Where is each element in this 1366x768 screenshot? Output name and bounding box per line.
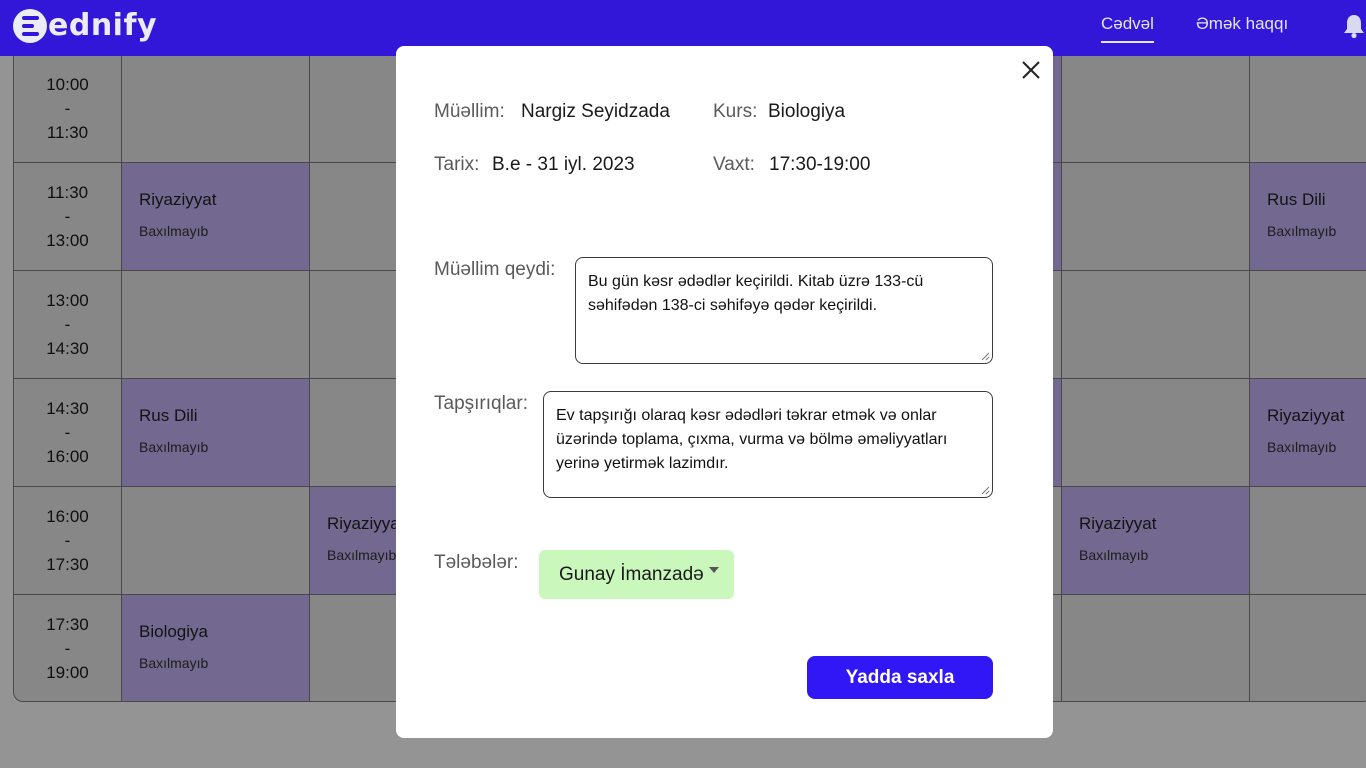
resize-grip-icon[interactable] bbox=[981, 486, 990, 495]
date-label: Tarix: bbox=[434, 154, 480, 175]
course-label: Kurs: bbox=[713, 101, 758, 122]
teacher-note-label: Müəllim qeydi: bbox=[434, 259, 556, 280]
time-value: 17:30-19:00 bbox=[769, 154, 871, 175]
nav-salary[interactable]: Əmək haqqı bbox=[1196, 14, 1288, 34]
tasks-textarea[interactable]: Ev tapşırığı olaraq kəsr ədədləri təkrar… bbox=[543, 391, 993, 498]
time-label: Vaxt: bbox=[713, 154, 755, 175]
resize-grip-icon[interactable] bbox=[981, 352, 990, 361]
student-selected-value: Gunay İmanzadə bbox=[559, 564, 704, 585]
course-value: Biologiya bbox=[768, 101, 846, 122]
students-label: Tələbələr: bbox=[434, 552, 519, 573]
date-value: B.e - 31 iyl. 2023 bbox=[492, 154, 635, 175]
bell-icon[interactable] bbox=[1342, 13, 1366, 39]
tasks-label: Tapşırıqlar: bbox=[434, 393, 528, 414]
logo-icon bbox=[13, 8, 47, 43]
app-root: ednify Cədvəl Əmək haqqı 10:00-11:30 11:3… bbox=[0, 0, 1366, 768]
student-select[interactable]: Gunay İmanzadə bbox=[539, 550, 734, 599]
chevron-down-icon bbox=[709, 567, 719, 573]
teacher-value: Nargiz Seyidzada bbox=[521, 101, 670, 122]
teacher-note-textarea[interactable]: Bu gün kəsr ədədlər keçirildi. Kitab üzr… bbox=[575, 257, 993, 364]
logo-text: ednify bbox=[48, 8, 158, 43]
logo[interactable]: ednify bbox=[13, 8, 157, 43]
teacher-note-text: Bu gün kəsr ədədlər keçirildi. Kitab üzr… bbox=[588, 273, 924, 314]
nav-schedule[interactable]: Cədvəl bbox=[1101, 14, 1154, 43]
close-icon[interactable] bbox=[1020, 59, 1042, 81]
teacher-label: Müəllim: bbox=[434, 101, 505, 122]
lesson-details-modal: Müəllim: Nargiz Seyidzada Kurs: Biologiy… bbox=[396, 46, 1053, 738]
tasks-text: Ev tapşırığı olaraq kəsr ədədləri təkrar… bbox=[556, 407, 948, 472]
save-button[interactable]: Yadda saxla bbox=[807, 656, 993, 699]
